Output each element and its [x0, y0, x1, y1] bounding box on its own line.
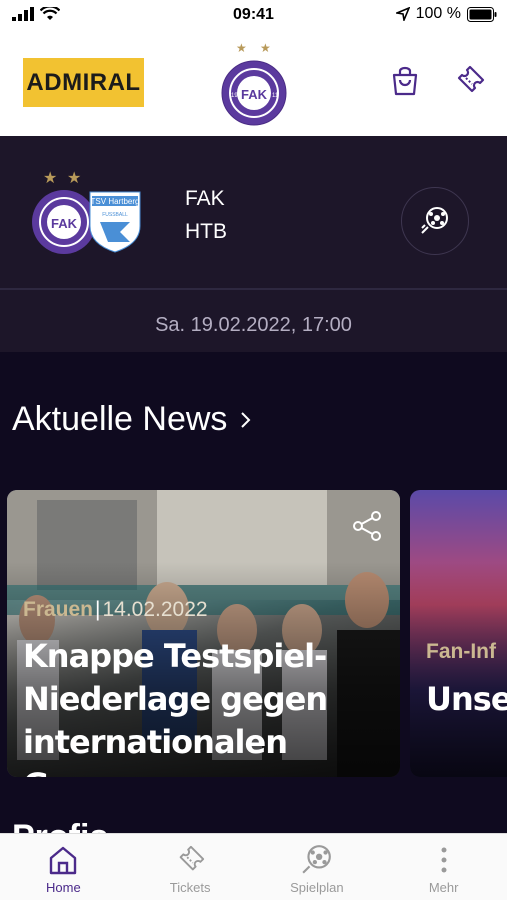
match-center-button[interactable]	[401, 187, 469, 255]
club-logo[interactable]: ★ ★ FAK 19 11	[216, 40, 292, 126]
news-category: Frauen	[23, 598, 94, 621]
status-bar: 09:41 100 %	[0, 0, 507, 30]
news-meta: Frauen|14.02.2022	[23, 598, 208, 621]
tab-spielplan-label: Spielplan	[290, 880, 344, 895]
tab-mehr[interactable]: Mehr	[380, 834, 507, 900]
svg-text:11: 11	[272, 93, 279, 99]
share-icon[interactable]	[352, 510, 382, 542]
tab-tickets-label: Tickets	[169, 880, 211, 895]
svg-text:★: ★	[43, 170, 57, 187]
tab-tickets[interactable]: Tickets	[127, 834, 254, 900]
match-card[interactable]: ★ ★ FAK TSV Hartberg FUSSBALL FAK HTB	[0, 136, 507, 288]
ticket-icon	[179, 845, 205, 871]
news-category: Fan-Inf	[426, 640, 496, 663]
football-icon	[302, 845, 331, 874]
home-icon	[50, 846, 77, 875]
cart-icon[interactable]	[388, 64, 422, 98]
match-date: Sa. 19.02.2022, 17:00	[0, 290, 507, 352]
tab-bar: Home Tickets Spielplan Mehr	[0, 833, 507, 900]
app-header: ADMIRAL ★ ★ FAK 19 11	[0, 30, 507, 136]
chevron-right-icon	[241, 411, 251, 428]
tab-spielplan[interactable]: Spielplan	[254, 834, 381, 900]
tab-home[interactable]: Home	[0, 834, 127, 900]
svg-text:TSV Hartberg: TSV Hartberg	[91, 197, 140, 206]
svg-text:★: ★	[67, 170, 81, 187]
away-team: HTB	[185, 220, 227, 243]
news-section-title: Aktuelle News	[12, 400, 228, 438]
news-section-header[interactable]: Aktuelle News	[12, 400, 253, 439]
sponsor-logo[interactable]: ADMIRAL	[23, 58, 144, 107]
svg-text:19: 19	[231, 93, 238, 99]
news-card[interactable]: Frauen|14.02.2022 Knappe Testspiel-Niede…	[7, 490, 400, 777]
location-icon	[395, 7, 410, 21]
match-logos: ★ ★ FAK TSV Hartberg FUSSBALL	[32, 170, 141, 254]
more-icon	[441, 847, 447, 873]
news-headline: Unser Frühja	[426, 680, 507, 718]
news-date: 14.02.2022	[102, 598, 208, 621]
home-team: FAK	[185, 187, 225, 210]
svg-text:FUSSBALL: FUSSBALL	[102, 212, 128, 218]
tab-home-label: Home	[46, 880, 81, 895]
ticket-icon[interactable]	[452, 64, 486, 98]
svg-text:FAK: FAK	[241, 87, 268, 102]
football-icon	[421, 207, 448, 234]
news-card[interactable]: Fan-Inf Unser Frühja	[410, 490, 507, 777]
tab-mehr-label: Mehr	[428, 880, 459, 895]
news-headline: Knappe Testspiel-Niederlage gegen intern…	[23, 637, 328, 777]
svg-text:FAK: FAK	[51, 216, 78, 231]
battery-icon	[467, 6, 497, 22]
battery-percent: 100 %	[415, 5, 461, 22]
svg-text:★: ★	[236, 41, 247, 55]
svg-text:★: ★	[260, 41, 271, 55]
